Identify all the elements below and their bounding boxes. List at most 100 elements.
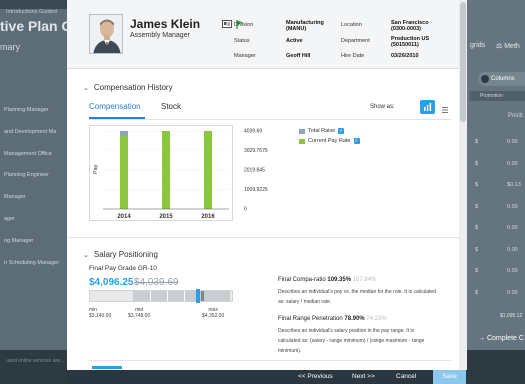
- checkbox-checked-icon[interactable]: ✓: [353, 138, 360, 144]
- legend-label-total-raise: Total Raise: [308, 128, 336, 134]
- tab-divider: [89, 119, 451, 120]
- chart-view-button[interactable]: [420, 100, 435, 114]
- compa-ratio-value: 109.35%: [327, 277, 352, 283]
- next-button[interactable]: Next >>: [352, 373, 375, 380]
- compa-desc-line: as: salary / median rate.: [278, 299, 332, 305]
- tab-compensation[interactable]: Compensation: [89, 102, 141, 111]
- pay-history-chart: Pay 2014 2015 2016 4039.69 3029.7675 2019.84…: [89, 125, 268, 221]
- list-item: n Scheduling Manager: [4, 259, 60, 266]
- background-meth-label: ⚖ Meth: [496, 43, 520, 50]
- range-desc-line: calculated as: (salary - range minimum) …: [278, 338, 425, 344]
- y-tick-label: 3029.7675: [244, 148, 268, 154]
- range-tick: [150, 291, 151, 301]
- previous-button[interactable]: << Previous: [298, 373, 333, 380]
- division-label: Division: [234, 22, 254, 28]
- table-row: $0.00: [475, 203, 518, 210]
- columns-icon: [481, 75, 489, 83]
- x-tick-label: 2014: [117, 214, 131, 220]
- tab-stock[interactable]: Stock: [161, 102, 181, 111]
- salary-range-bar: [89, 289, 233, 303]
- location-label: Location: [341, 22, 362, 28]
- scrollbar-thumb[interactable]: [460, 2, 466, 122]
- table-row: $0.00: [475, 160, 518, 167]
- range-mid: mid $3,748.00: [128, 307, 150, 319]
- chevron-down-icon: ⌄: [83, 84, 89, 92]
- background-columns-button: Columns: [478, 72, 525, 86]
- compa-desc-line: Describes an individual's pay vs. the me…: [278, 289, 436, 295]
- employee-header: James Klein Assembly Manager Division Ma…: [67, 0, 467, 69]
- list-item: and Development Ma: [4, 128, 57, 135]
- pay-grade: Final Pay Grade GR-10: [89, 265, 157, 272]
- range-penetration-value: 78.90%: [344, 316, 365, 322]
- background-grids-label: grids: [470, 42, 486, 49]
- background-position-header: Positi: [508, 113, 523, 119]
- department-label: Department: [341, 38, 370, 44]
- checkbox-checked-icon[interactable]: ✓: [338, 128, 345, 134]
- previous-salary-marker: [201, 291, 204, 301]
- id-card-icon[interactable]: [222, 20, 232, 28]
- background-values-column: $0.00 $0.00 $ $0.13 $0.00 $0.00 $0.00 $0.…: [470, 132, 525, 304]
- manager-label: Manager: [234, 53, 256, 59]
- list-item: ager: [4, 215, 16, 222]
- salary-positioning-title: Salary Positioning: [93, 250, 158, 259]
- compa-ratio-previous: 107.84%: [352, 277, 377, 283]
- y-tick-label: 4039.69: [244, 129, 262, 135]
- division-value: Manufacturing (MANU): [286, 20, 324, 32]
- range-tick: [184, 291, 185, 301]
- compa-ratio: Final Compa-ratio 109.35% 107.84%: [278, 277, 376, 283]
- compa-ratio-label: Final Compa-ratio: [278, 277, 326, 283]
- save-button[interactable]: Save: [433, 370, 466, 384]
- cancel-button[interactable]: Cancel: [396, 373, 416, 380]
- bar-total-raise[interactable]: [120, 131, 128, 137]
- range-penetration: Final Range Penetration 78.90% 74.23%: [278, 316, 387, 322]
- progress-indicator: [92, 366, 122, 369]
- salary-positioning-header[interactable]: ⌄ Salary Positioning: [83, 250, 158, 259]
- show-as-label: Show as:: [370, 104, 395, 110]
- range-min-value: $3,140.00: [89, 312, 112, 319]
- range-tick: [167, 291, 168, 301]
- bar-current-pay-rate[interactable]: [120, 136, 128, 209]
- y-tick-label: 2019.845: [244, 168, 265, 174]
- list-item: Planning Engineer: [4, 172, 49, 179]
- y-tick-label: 0: [244, 207, 247, 213]
- background-total: $1,095.12: [500, 313, 523, 319]
- employee-name: James Klein: [130, 17, 201, 31]
- list-item: Management Office: [4, 150, 52, 157]
- manager-value[interactable]: Geoff Hill: [286, 53, 310, 59]
- location-value: San Francisco (0300-0003): [391, 20, 429, 32]
- employee-job-title: Assembly Manager: [130, 32, 190, 39]
- table-row: $0.00: [475, 246, 518, 253]
- status-value: Active: [286, 38, 303, 44]
- range-min: min $3,140.00: [89, 307, 112, 319]
- list-item: Planning Manager: [4, 107, 49, 113]
- salary-range-band: [133, 291, 230, 301]
- compensation-tabs: Compensation Stock: [89, 100, 449, 120]
- section-divider: [67, 237, 459, 238]
- chevron-down-icon: ⌄: [83, 251, 89, 259]
- legend-item-current-pay-rate[interactable]: Current Pay Rate ✓: [299, 136, 360, 146]
- current-salary-marker: [196, 289, 200, 303]
- y-axis-label: Pay: [93, 164, 99, 174]
- compensation-history-header[interactable]: ⌄ Compensation History: [83, 83, 173, 92]
- range-max-value: $4,352.00: [202, 312, 225, 319]
- range-penetration-label: Final Range Penetration: [278, 316, 343, 322]
- list-icon: [442, 107, 448, 113]
- legend-swatch-current-pay-rate: [299, 138, 305, 144]
- range-desc-line: minimum).: [278, 348, 302, 354]
- background-employee-list: Planning Manager and Development Ma Mana…: [0, 100, 64, 274]
- range-desc-line: Describes an individual's salary positio…: [278, 328, 415, 334]
- x-tick-label: 2015: [159, 214, 173, 220]
- list-view-button[interactable]: [440, 102, 450, 113]
- compensation-history-title: Compensation History: [93, 83, 173, 92]
- previous-salary: $4,039.69: [134, 277, 179, 288]
- legend-swatch-total-raise: [299, 128, 305, 134]
- legend-item-total-raise[interactable]: Total Raise ✓: [299, 126, 360, 136]
- background-subtitle: mary: [0, 42, 20, 52]
- list-item: ng Manager: [4, 237, 34, 244]
- bar-current-pay-rate[interactable]: [204, 131, 212, 209]
- range-penetration-previous: 74.23%: [366, 316, 387, 322]
- x-tick-label: 2016: [201, 214, 215, 220]
- background-promotion-header: Promotion: [470, 91, 525, 101]
- bar-current-pay-rate[interactable]: [162, 131, 170, 209]
- range-penetration-description: Describes an individual's salary positio…: [278, 326, 424, 356]
